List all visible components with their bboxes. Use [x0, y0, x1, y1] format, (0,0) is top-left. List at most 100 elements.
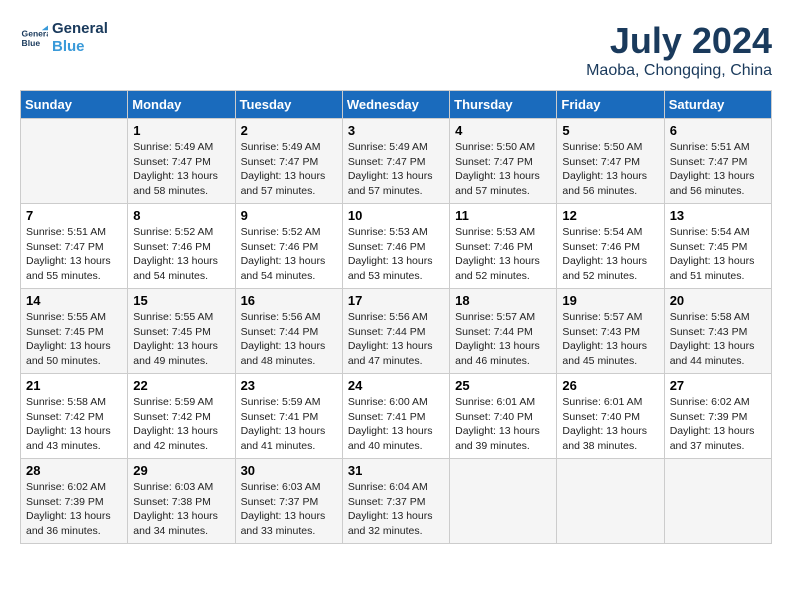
day-number: 7: [26, 208, 122, 223]
calendar-body: 1Sunrise: 5:49 AMSunset: 7:47 PMDaylight…: [21, 119, 772, 544]
calendar-week-2: 14Sunrise: 5:55 AMSunset: 7:45 PMDayligh…: [21, 289, 772, 374]
logo-text-line2: Blue: [52, 38, 108, 56]
calendar-cell: 4 Sunrise: 5:50 AMSunset: 7:47 PMDaylight…: [450, 119, 557, 204]
calendar-cell: 18 Sunrise: 5:57 AMSunset: 7:44 PMDayligh…: [450, 289, 557, 374]
day-number: 26: [562, 378, 658, 393]
day-info: Sunrise: 5:56 AMSunset: 7:44 PMDaylight:…: [348, 310, 444, 369]
day-info: Sunrise: 5:58 AMSunset: 7:42 PMDaylight:…: [26, 395, 122, 454]
calendar-week-0: 1Sunrise: 5:49 AMSunset: 7:47 PMDaylight…: [21, 119, 772, 204]
calendar-cell: 28 Sunrise: 6:02 AMSunset: 7:39 PMDayligh…: [21, 459, 128, 544]
calendar-header-row: SundayMondayTuesdayWednesdayThursdayFrid…: [21, 91, 772, 119]
calendar-cell: 6Sunrise: 5:51 AMSunset: 7:47 PMDaylight…: [664, 119, 771, 204]
day-number: 18: [455, 293, 551, 308]
day-number: 15: [133, 293, 229, 308]
calendar-cell: 20 Sunrise: 5:58 AMSunset: 7:43 PMDayligh…: [664, 289, 771, 374]
day-info: Sunrise: 5:52 AMSunset: 7:46 PMDaylight:…: [241, 225, 337, 284]
day-info: Sunrise: 5:54 AMSunset: 7:45 PMDaylight:…: [670, 225, 766, 284]
day-info: Sunrise: 6:00 AMSunset: 7:41 PMDaylight:…: [348, 395, 444, 454]
day-number: 9: [241, 208, 337, 223]
calendar-week-3: 21 Sunrise: 5:58 AMSunset: 7:42 PMDayligh…: [21, 374, 772, 459]
month-title: July 2024: [586, 20, 772, 62]
calendar-cell: 1Sunrise: 5:49 AMSunset: 7:47 PMDaylight…: [128, 119, 235, 204]
day-number: 30: [241, 463, 337, 478]
location-title: Maoba, Chongqing, China: [586, 62, 772, 80]
day-info: Sunrise: 5:49 AMSunset: 7:47 PMDaylight:…: [133, 140, 229, 199]
day-info: Sunrise: 5:51 AMSunset: 7:47 PMDaylight:…: [26, 225, 122, 284]
day-info: Sunrise: 5:59 AMSunset: 7:42 PMDaylight:…: [133, 395, 229, 454]
calendar-cell: 14Sunrise: 5:55 AMSunset: 7:45 PMDayligh…: [21, 289, 128, 374]
day-info: Sunrise: 5:52 AMSunset: 7:46 PMDaylight:…: [133, 225, 229, 284]
calendar-cell: 21 Sunrise: 5:58 AMSunset: 7:42 PMDayligh…: [21, 374, 128, 459]
day-number: 20: [670, 293, 766, 308]
calendar-cell: 17 Sunrise: 5:56 AMSunset: 7:44 PMDayligh…: [342, 289, 449, 374]
day-number: 22: [133, 378, 229, 393]
day-info: Sunrise: 5:49 AMSunset: 7:47 PMDaylight:…: [348, 140, 444, 199]
day-info: Sunrise: 6:01 AMSunset: 7:40 PMDaylight:…: [562, 395, 658, 454]
calendar-cell: 31 Sunrise: 6:04 AMSunset: 7:37 PMDayligh…: [342, 459, 449, 544]
day-number: 10: [348, 208, 444, 223]
day-number: 17: [348, 293, 444, 308]
day-number: 25: [455, 378, 551, 393]
day-info: Sunrise: 6:01 AMSunset: 7:40 PMDaylight:…: [455, 395, 551, 454]
calendar-cell: 23 Sunrise: 5:59 AMSunset: 7:41 PMDayligh…: [235, 374, 342, 459]
calendar-cell: [21, 119, 128, 204]
day-number: 14: [26, 293, 122, 308]
title-block: July 2024 Maoba, Chongqing, China: [586, 20, 772, 80]
calendar-cell: [557, 459, 664, 544]
day-number: 19: [562, 293, 658, 308]
header-day-wednesday: Wednesday: [342, 91, 449, 119]
calendar-cell: 19 Sunrise: 5:57 AMSunset: 7:43 PMDayligh…: [557, 289, 664, 374]
calendar-cell: 10Sunrise: 5:53 AMSunset: 7:46 PMDayligh…: [342, 204, 449, 289]
day-info: Sunrise: 5:53 AMSunset: 7:46 PMDaylight:…: [455, 225, 551, 284]
day-info: Sunrise: 6:04 AMSunset: 7:37 PMDaylight:…: [348, 480, 444, 539]
calendar-cell: 22 Sunrise: 5:59 AMSunset: 7:42 PMDayligh…: [128, 374, 235, 459]
calendar-table: SundayMondayTuesdayWednesdayThursdayFrid…: [20, 90, 772, 544]
day-info: Sunrise: 5:50 AMSunset: 7:47 PMDaylight:…: [562, 140, 658, 199]
calendar-cell: 11 Sunrise: 5:53 AMSunset: 7:46 PMDayligh…: [450, 204, 557, 289]
calendar-cell: 30 Sunrise: 6:03 AMSunset: 7:37 PMDayligh…: [235, 459, 342, 544]
day-info: Sunrise: 5:50 AMSunset: 7:47 PMDaylight:…: [455, 140, 551, 199]
day-info: Sunrise: 6:03 AMSunset: 7:38 PMDaylight:…: [133, 480, 229, 539]
day-number: 8: [133, 208, 229, 223]
calendar-cell: 5Sunrise: 5:50 AMSunset: 7:47 PMDaylight…: [557, 119, 664, 204]
calendar-cell: 15Sunrise: 5:55 AMSunset: 7:45 PMDayligh…: [128, 289, 235, 374]
calendar-cell: 24Sunrise: 6:00 AMSunset: 7:41 PMDayligh…: [342, 374, 449, 459]
day-info: Sunrise: 5:58 AMSunset: 7:43 PMDaylight:…: [670, 310, 766, 369]
calendar-cell: 16Sunrise: 5:56 AMSunset: 7:44 PMDayligh…: [235, 289, 342, 374]
calendar-cell: 29 Sunrise: 6:03 AMSunset: 7:38 PMDayligh…: [128, 459, 235, 544]
day-info: Sunrise: 5:59 AMSunset: 7:41 PMDaylight:…: [241, 395, 337, 454]
day-number: 16: [241, 293, 337, 308]
day-number: 28: [26, 463, 122, 478]
page-header: General Blue General Blue July 2024 Maob…: [20, 20, 772, 80]
day-number: 11: [455, 208, 551, 223]
calendar-cell: [664, 459, 771, 544]
day-info: Sunrise: 6:02 AMSunset: 7:39 PMDaylight:…: [26, 480, 122, 539]
svg-text:Blue: Blue: [22, 38, 41, 48]
day-info: Sunrise: 5:54 AMSunset: 7:46 PMDaylight:…: [562, 225, 658, 284]
logo-text-line1: General: [52, 20, 108, 38]
day-info: Sunrise: 6:03 AMSunset: 7:37 PMDaylight:…: [241, 480, 337, 539]
day-number: 4: [455, 123, 551, 138]
day-number: 13: [670, 208, 766, 223]
day-number: 6: [670, 123, 766, 138]
day-info: Sunrise: 5:49 AMSunset: 7:47 PMDaylight:…: [241, 140, 337, 199]
calendar-cell: 27Sunrise: 6:02 AMSunset: 7:39 PMDayligh…: [664, 374, 771, 459]
calendar-cell: 25 Sunrise: 6:01 AMSunset: 7:40 PMDayligh…: [450, 374, 557, 459]
calendar-week-1: 7 Sunrise: 5:51 AMSunset: 7:47 PMDaylight…: [21, 204, 772, 289]
day-number: 29: [133, 463, 229, 478]
header-day-sunday: Sunday: [21, 91, 128, 119]
day-number: 21: [26, 378, 122, 393]
header-day-monday: Monday: [128, 91, 235, 119]
day-number: 23: [241, 378, 337, 393]
calendar-cell: 13 Sunrise: 5:54 AMSunset: 7:45 PMDayligh…: [664, 204, 771, 289]
calendar-cell: 12Sunrise: 5:54 AMSunset: 7:46 PMDayligh…: [557, 204, 664, 289]
header-day-thursday: Thursday: [450, 91, 557, 119]
day-number: 31: [348, 463, 444, 478]
day-info: Sunrise: 5:57 AMSunset: 7:44 PMDaylight:…: [455, 310, 551, 369]
day-info: Sunrise: 5:57 AMSunset: 7:43 PMDaylight:…: [562, 310, 658, 369]
calendar-cell: [450, 459, 557, 544]
header-day-friday: Friday: [557, 91, 664, 119]
calendar-week-4: 28 Sunrise: 6:02 AMSunset: 7:39 PMDayligh…: [21, 459, 772, 544]
logo: General Blue General Blue: [20, 20, 108, 56]
day-number: 2: [241, 123, 337, 138]
